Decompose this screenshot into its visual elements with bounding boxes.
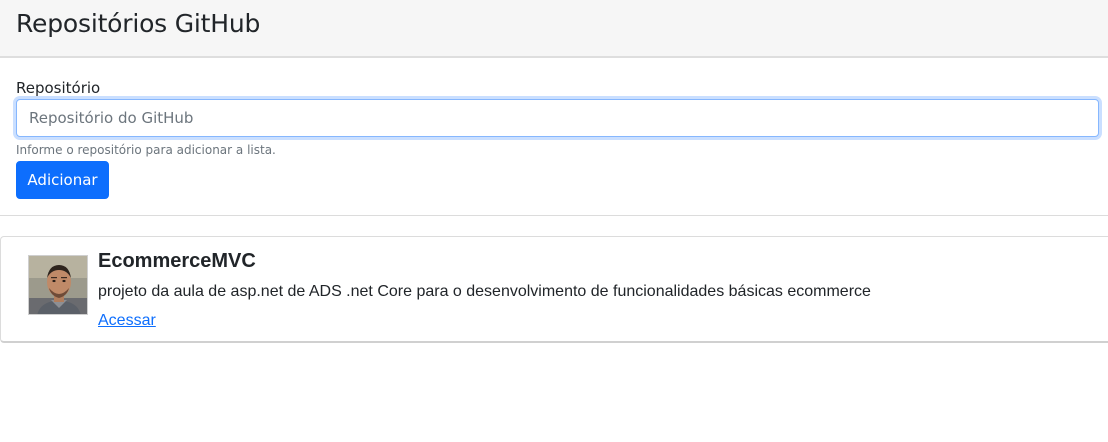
repository-description: projeto da aula de asp.net de ADS .net C… [98,283,871,300]
page-title: Repositórios GitHub [16,9,261,38]
section-divider [0,215,1108,216]
repository-name: EcommerceMVC [98,250,256,272]
repository-card: EcommerceMVC projeto da aula de asp.net … [0,236,1108,343]
user-avatar-photo [28,255,88,315]
repository-help-text: Informe o repositório para adicionar a l… [16,143,276,157]
access-repository-link[interactable]: Acessar [98,312,156,330]
repository-label: Repositório [16,79,101,97]
repository-input[interactable] [16,99,1099,137]
page-header: Repositórios GitHub [0,0,1108,58]
add-button[interactable]: Adicionar [16,161,109,199]
